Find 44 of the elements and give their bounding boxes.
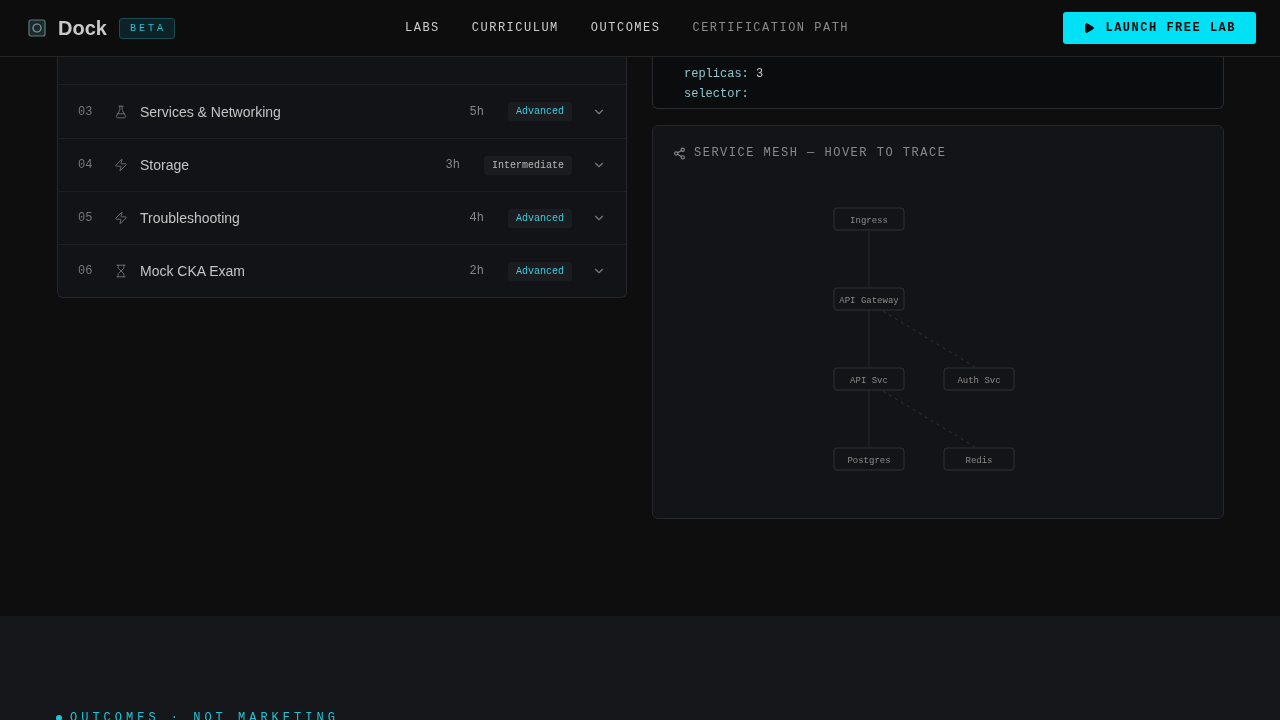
module-number: 03 [78,104,94,119]
module-number: 05 [78,211,94,225]
nav-link[interactable]: CURRICULUM [471,21,559,35]
module-title: Troubleshooting [140,210,241,226]
module-title: Mock CKA Exam [140,263,247,279]
beta-badge: BETA [118,17,175,39]
service-node[interactable]: API Svc [833,367,905,391]
module-duration: 2h [469,264,484,278]
module-duration: 3h [445,158,460,172]
service-node[interactable]: API Gateway [833,287,905,311]
module-row[interactable]: 04 Storage 3h Intermediate [58,138,626,191]
difficulty-tag: Intermediate [484,155,572,175]
service-node[interactable]: Postgres [833,447,905,471]
code-line: replicas: 3 [683,66,765,83]
module-number: 06 [78,264,94,278]
module-row[interactable]: 06 Mock CKA Exam 2h Advanced [58,244,626,297]
difficulty-tag: Advanced [508,208,572,228]
code-line: selector: [683,86,750,103]
module-title: Services & Networking [140,103,282,120]
play-icon [1083,22,1096,34]
lightning-icon [114,158,128,172]
nav-link[interactable]: OUTCOMES [590,21,661,35]
module-duration: 5h [469,104,484,119]
module-title: Storage [140,157,191,173]
launch-lab-button[interactable]: LAUNCH FREE LAB [1063,12,1256,44]
mesh-title: SERVICE MESH — HOVER TO TRACE [694,146,947,160]
module-duration: 4h [469,211,484,225]
bullet-dot [56,715,62,720]
logo-icon [28,19,46,37]
flask-icon [114,104,128,119]
nav-link[interactable]: LABS [405,21,440,35]
module-row[interactable]: 05 Troubleshooting 4h Advanced [58,191,626,244]
lightning-icon [114,211,128,225]
brand-name: Dock [58,16,107,40]
service-node[interactable]: Auth Svc [943,367,1015,391]
nav-link[interactable]: CERTIFICATION PATH [692,21,850,35]
difficulty-tag: Advanced [508,261,572,281]
module-row[interactable]: 03 Services & Networking 5h Advanced [58,85,626,138]
difficulty-tag: Advanced [508,102,572,121]
service-node[interactable]: Ingress [833,207,905,231]
module-number: 04 [78,158,94,172]
hourglass-icon [114,264,128,278]
service-node[interactable]: Redis [943,447,1015,471]
share-icon [673,146,686,160]
